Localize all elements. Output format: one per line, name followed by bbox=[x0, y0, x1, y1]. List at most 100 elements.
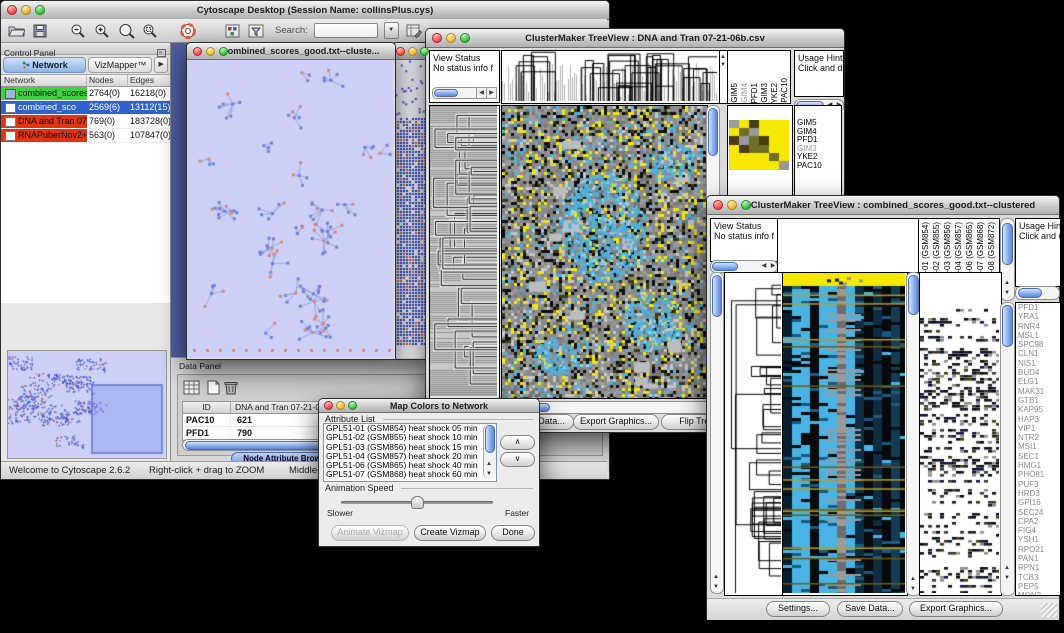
annotation-icon[interactable] bbox=[223, 22, 241, 40]
gene-label[interactable]: RPN1 bbox=[1016, 563, 1060, 572]
tv1-status-hscrollbar[interactable] bbox=[432, 87, 482, 99]
gene-label[interactable]: PUF3 bbox=[1016, 480, 1060, 489]
tv1-summary-heatmap[interactable] bbox=[729, 120, 789, 170]
close-icon[interactable] bbox=[713, 200, 723, 210]
scroll-left-icon[interactable]: ◀ bbox=[760, 261, 768, 271]
zoom-out-icon[interactable] bbox=[69, 22, 87, 40]
column-label[interactable]: GIM3 bbox=[760, 83, 769, 103]
scroll-up-icon[interactable]: ▲ bbox=[711, 572, 721, 582]
filter-icon[interactable] bbox=[247, 22, 265, 40]
tv2-heatmap[interactable] bbox=[782, 272, 908, 596]
gene-label[interactable]: MON2 bbox=[1016, 591, 1060, 596]
slider-thumb[interactable] bbox=[411, 496, 424, 509]
gene-label[interactable]: PAN1 bbox=[1016, 554, 1060, 563]
gene-label[interactable]: SEC1 bbox=[1016, 452, 1060, 461]
scroll-up-icon[interactable]: ▲ bbox=[1002, 278, 1012, 288]
tv2-row-tree[interactable] bbox=[724, 272, 784, 596]
gene-label[interactable]: GTB1 bbox=[1016, 396, 1060, 405]
tv2-usage-hscrollbar[interactable] bbox=[1015, 286, 1060, 300]
tv2-rowtree-vscrollbar[interactable]: ▲ ▼ bbox=[710, 272, 724, 594]
move-down-button[interactable]: ∨ bbox=[500, 452, 535, 467]
minimize-icon[interactable] bbox=[727, 200, 737, 210]
attribute-list-vscrollbar[interactable]: ▲ ▼ bbox=[483, 424, 496, 479]
gene-label[interactable]: HRD3 bbox=[1016, 489, 1060, 498]
gene-label[interactable]: RPO21 bbox=[1016, 545, 1060, 554]
gene-label[interactable]: CPA2 bbox=[1016, 517, 1060, 526]
tv2-save-data-button[interactable]: Save Data... bbox=[837, 601, 903, 617]
tv2-settings-button[interactable]: Settings... bbox=[766, 601, 830, 617]
tab-network[interactable]: Network bbox=[3, 57, 86, 73]
close-icon[interactable] bbox=[324, 401, 333, 410]
move-up-button[interactable]: ∧ bbox=[500, 435, 535, 450]
close-icon[interactable] bbox=[432, 33, 442, 43]
gene-label[interactable]: NIS1 bbox=[1016, 359, 1060, 368]
attribute-list-item[interactable]: GPL51-07 (GSM868) heat shock 60 min bbox=[324, 470, 496, 479]
search-dropdown-button[interactable]: ▼ bbox=[384, 22, 399, 39]
scroll-down-icon[interactable]: ▼ bbox=[484, 469, 494, 479]
minimize-icon[interactable] bbox=[408, 47, 417, 56]
gene-label[interactable]: MAK31 bbox=[1016, 387, 1060, 396]
treeview2-titlebar[interactable]: ClusterMaker TreeView : combined_scores_… bbox=[707, 196, 1059, 215]
gene-label[interactable]: BUD4 bbox=[1016, 368, 1060, 377]
tv2-secondary-heatmap[interactable] bbox=[919, 272, 1002, 596]
gene-label[interactable]: MSL1 bbox=[1016, 331, 1060, 340]
done-button[interactable]: Done bbox=[491, 525, 535, 541]
scroll-down-icon[interactable]: ▼ bbox=[908, 584, 918, 594]
network1-titlebar[interactable]: combined_scores_good.txt--cluste... bbox=[187, 43, 395, 60]
scroll-up-icon[interactable]: ▲ bbox=[484, 459, 494, 469]
gene-label[interactable]: VIP1 bbox=[1016, 424, 1060, 433]
column-label[interactable]: PFD1 bbox=[750, 83, 759, 103]
treeview1-titlebar[interactable]: ClusterMaker TreeView : DNA and Tran 07-… bbox=[426, 29, 844, 48]
scroll-up-icon[interactable]: ▲ bbox=[908, 574, 918, 584]
gene-label[interactable]: RNR4 bbox=[1016, 322, 1060, 331]
network-list-row[interactable]: combined_scores 2764(0) 16218(0) bbox=[1, 87, 170, 101]
close-icon[interactable] bbox=[396, 47, 405, 56]
new-document-icon[interactable] bbox=[204, 378, 222, 396]
tv2-genelist-vscrollbar[interactable]: ▲ ▼ bbox=[1000, 302, 1015, 596]
row-label[interactable]: PAC10 bbox=[795, 162, 841, 171]
network-list-row[interactable]: combined_sco 2569(6) 13112(15) bbox=[1, 101, 170, 115]
gene-label[interactable]: CLN1 bbox=[1016, 349, 1060, 358]
gene-label[interactable]: FIG4 bbox=[1016, 526, 1060, 535]
gene-label[interactable]: MSI1 bbox=[1016, 442, 1060, 451]
close-icon[interactable] bbox=[7, 5, 17, 15]
gene-label[interactable]: GPI16 bbox=[1016, 498, 1060, 507]
gene-label[interactable]: PFD1 bbox=[1016, 303, 1060, 312]
tab-vizmapper[interactable]: VizMapper™ bbox=[88, 57, 152, 73]
minimize-icon[interactable] bbox=[21, 5, 31, 15]
create-vizmap-button[interactable]: Create Vizmap bbox=[414, 525, 486, 541]
gene-label[interactable]: PEP5 bbox=[1016, 582, 1060, 591]
column-label[interactable]: PAC10 bbox=[780, 78, 789, 103]
network-list-row[interactable]: RNAPuberNov2+ 563(0) 107847(0) bbox=[1, 129, 170, 143]
animate-vizmap-button[interactable]: Animate Vizmap bbox=[331, 525, 409, 541]
tv1-column-tree[interactable] bbox=[501, 50, 720, 104]
trash-icon[interactable] bbox=[222, 378, 240, 396]
gene-label[interactable]: PHO81 bbox=[1016, 470, 1060, 479]
zoom-in-icon[interactable] bbox=[93, 22, 111, 40]
close-icon[interactable] bbox=[193, 47, 202, 56]
map-dialog-titlebar[interactable]: Map Colors to Network bbox=[319, 399, 539, 413]
zoom-window-icon[interactable] bbox=[741, 200, 751, 210]
tv2-export-graphics-button[interactable]: Export Graphics... bbox=[909, 601, 1003, 617]
open-session-icon[interactable] bbox=[7, 22, 25, 40]
minimize-icon[interactable] bbox=[206, 47, 215, 56]
gene-label[interactable]: HMG1 bbox=[1016, 461, 1060, 470]
gene-label[interactable]: SEC24 bbox=[1016, 508, 1060, 517]
zoom-window-icon[interactable] bbox=[348, 401, 357, 410]
zoom-window-icon[interactable] bbox=[219, 47, 228, 56]
float-panel-icon[interactable] bbox=[157, 44, 166, 62]
gene-label[interactable]: HAP3 bbox=[1016, 415, 1060, 424]
column-label[interactable]: GIM5 bbox=[730, 83, 739, 103]
zoom-window-icon[interactable] bbox=[460, 33, 470, 43]
tv2-column-tree[interactable] bbox=[777, 218, 919, 273]
scroll-down-icon[interactable]: ▼ bbox=[1002, 573, 1012, 583]
birdseye-view-canvas[interactable] bbox=[7, 350, 167, 459]
scroll-down-icon[interactable]: ▼ bbox=[1002, 288, 1012, 298]
zoom-fit-icon[interactable] bbox=[141, 22, 159, 40]
nodes-col-header[interactable]: Nodes bbox=[87, 75, 128, 86]
gene-label[interactable]: TCB3 bbox=[1016, 573, 1060, 582]
minimize-icon[interactable] bbox=[336, 401, 345, 410]
save-session-icon[interactable] bbox=[31, 22, 49, 40]
network2-canvas[interactable] bbox=[393, 60, 428, 358]
gene-label[interactable]: ELG1 bbox=[1016, 377, 1060, 386]
